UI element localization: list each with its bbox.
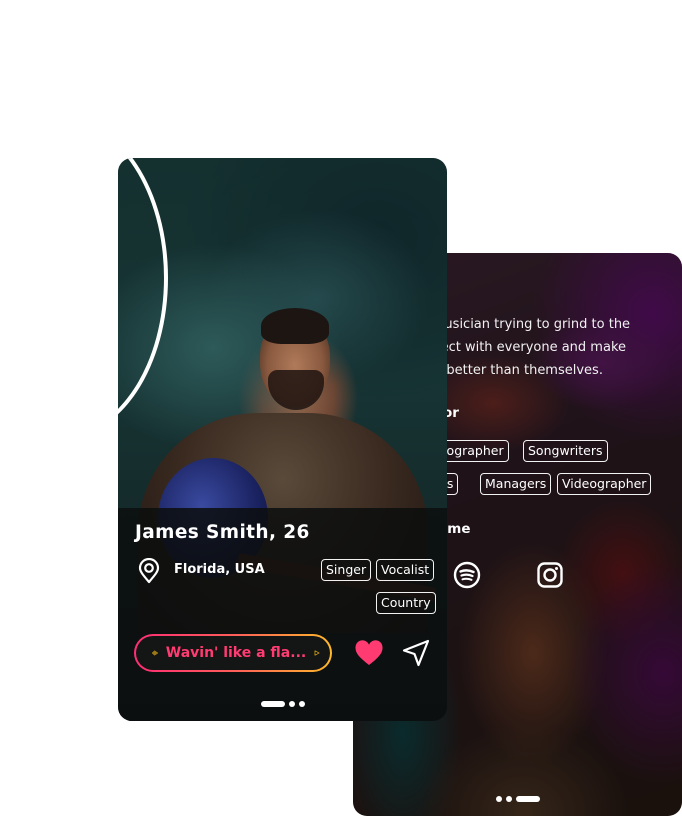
tag-videographer: Videographer — [557, 473, 652, 495]
decorative-ring — [118, 158, 168, 438]
bio-line: ew musician trying to grind to the — [409, 317, 631, 332]
send-icon[interactable] — [401, 638, 431, 668]
tag-vocalist: Vocalist — [376, 559, 435, 581]
bio-text: ew musician trying to grind to the conne… — [409, 313, 669, 382]
tag-country: Country — [376, 592, 436, 614]
profile-photo-hair — [261, 308, 329, 344]
front-card-pager — [261, 701, 305, 707]
profile-photo-beard — [268, 370, 324, 410]
pager-dot-active[interactable] — [516, 796, 540, 802]
location-pin-icon — [138, 558, 160, 584]
front-profile-card[interactable]: James Smith, 26 Florida, USA Singer Voca… — [118, 158, 447, 721]
song-preview-button[interactable]: Wavin' like a fla... — [134, 634, 332, 672]
song-title: Wavin' like a fla... — [165, 645, 307, 661]
tag-managers: Managers — [480, 473, 552, 495]
soundwave-icon — [152, 650, 158, 656]
pager-dot[interactable] — [299, 701, 305, 707]
pager-dot-active[interactable] — [261, 701, 285, 707]
bio-line: connect with everyone and make — [409, 340, 627, 355]
instagram-icon[interactable] — [536, 561, 564, 589]
back-card-pager — [496, 796, 540, 802]
pager-dot[interactable] — [506, 796, 512, 802]
profile-name-age: James Smith, 26 — [135, 522, 310, 543]
heart-icon[interactable] — [354, 639, 384, 667]
pager-dot[interactable] — [496, 796, 502, 802]
tag-songwriters: Songwriters — [523, 440, 608, 462]
pager-dot[interactable] — [289, 701, 295, 707]
profile-location: Florida, USA — [174, 562, 265, 577]
play-icon[interactable] — [314, 644, 320, 662]
bio-line: be better than themselves. — [426, 363, 603, 378]
spotify-icon[interactable] — [453, 561, 481, 589]
tag-singer: Singer — [321, 559, 372, 581]
